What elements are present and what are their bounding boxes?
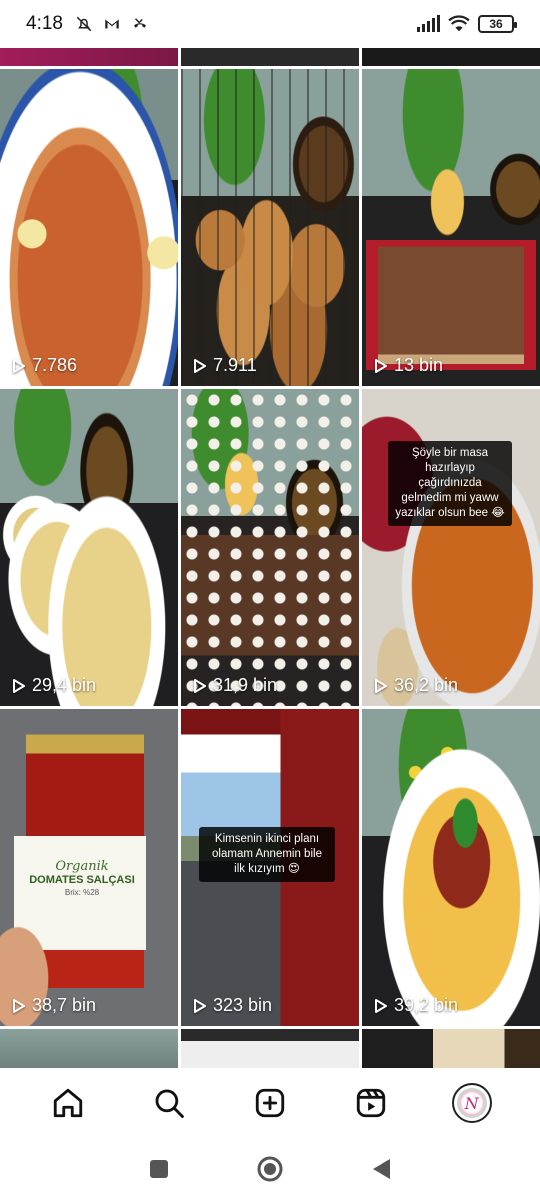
tile-thumbnail (362, 389, 540, 706)
status-notification-icons (75, 15, 149, 33)
status-time: 4:18 (26, 13, 63, 34)
avatar-image: N (456, 1088, 487, 1118)
play-icon (375, 358, 387, 373)
status-bar: 4:18 36 (0, 0, 540, 48)
grid-tile[interactable] (0, 1029, 178, 1068)
home-tab[interactable] (41, 1076, 95, 1130)
view-count: 7.911 (193, 355, 257, 376)
add-post-icon (255, 1088, 285, 1118)
reels-icon (356, 1088, 385, 1118)
status-right-icons: 36 (416, 15, 517, 33)
play-icon (194, 358, 206, 373)
missed-call-icon (133, 18, 146, 28)
view-count: 39,2 bin (374, 995, 458, 1016)
jar-label: Organik DOMATES SALÇASI Brix: %28 (18, 859, 146, 897)
tile-thumbnail (181, 389, 359, 706)
grid-tile[interactable]: 29,4 bin (0, 389, 178, 706)
create-tab[interactable] (243, 1076, 297, 1130)
home-icon (54, 1088, 83, 1118)
video-caption: Şöyle bir masa hazırlayıp çağırdınızda g… (388, 441, 512, 526)
play-icon (375, 678, 387, 693)
play-icon (194, 678, 206, 693)
grid-tile[interactable]: 13 bin (362, 69, 540, 386)
bell-off-icon (76, 16, 92, 32)
gmail-icon (105, 19, 119, 29)
avatar: N (451, 1083, 492, 1123)
battery-indicator: 36 (478, 15, 517, 33)
system-navigation-bar (0, 1138, 540, 1200)
grid-tile[interactable]: Şöyle bir masa hazırlayıp çağırdınızda g… (362, 389, 540, 706)
play-icon (194, 998, 206, 1013)
reels-tab[interactable] (344, 1076, 398, 1130)
search-tab[interactable] (142, 1076, 196, 1130)
wifi-icon (448, 15, 470, 32)
tile-thumbnail (0, 69, 178, 386)
play-icon (375, 998, 387, 1013)
jar-brix: Brix: %28 (64, 888, 100, 897)
back-button[interactable] (370, 1157, 392, 1181)
play-icon (13, 678, 25, 693)
jar-brand: Organik (55, 859, 109, 874)
grid-tile[interactable] (181, 1029, 359, 1068)
view-count: 323 bin (193, 995, 272, 1016)
search-icon (155, 1089, 185, 1118)
grid-tile[interactable] (362, 48, 540, 66)
view-count: 7.786 (12, 355, 77, 376)
view-count: 31,9 bin (193, 675, 277, 696)
view-count: 29,4 bin (12, 675, 96, 696)
grid-tile[interactable] (0, 48, 178, 66)
tile-thumbnail (0, 389, 178, 706)
view-count: 38,7 bin (12, 995, 96, 1016)
signal-icon (417, 15, 440, 32)
grid-tile[interactable]: 7.786 (0, 69, 178, 386)
tile-thumbnail (362, 709, 540, 1026)
grid-tile[interactable]: Kimsenin ikinci planı olamam Annemin bil… (181, 709, 359, 1026)
view-count: 13 bin (374, 355, 443, 376)
grid-tile[interactable] (181, 48, 359, 66)
play-icon (13, 358, 25, 373)
view-count: 36,2 bin (374, 675, 458, 696)
jar-product: DOMATES SALÇASI (29, 874, 135, 886)
tile-thumbnail (181, 69, 359, 386)
home-button[interactable] (256, 1155, 284, 1183)
recent-apps-button[interactable] (148, 1158, 170, 1180)
play-icon (13, 998, 25, 1013)
tile-thumbnail (362, 69, 540, 386)
grid-tile[interactable]: 7.911 (181, 69, 359, 386)
grid-tile[interactable]: 39,2 bin (362, 709, 540, 1026)
grid-tile[interactable] (362, 1029, 540, 1068)
video-caption: Kimsenin ikinci planı olamam Annemin bil… (199, 827, 335, 882)
bottom-navigation: N (0, 1068, 540, 1138)
grid-tile[interactable]: 31,9 bin (181, 389, 359, 706)
grid-tile[interactable]: Organik DOMATES SALÇASI Brix: %28 38,7 b… (0, 709, 178, 1026)
profile-tab[interactable]: N (445, 1076, 499, 1130)
reels-grid: 7.786 7.911 13 bin 29,4 bin 31,9 bin Şöy… (0, 48, 540, 1068)
